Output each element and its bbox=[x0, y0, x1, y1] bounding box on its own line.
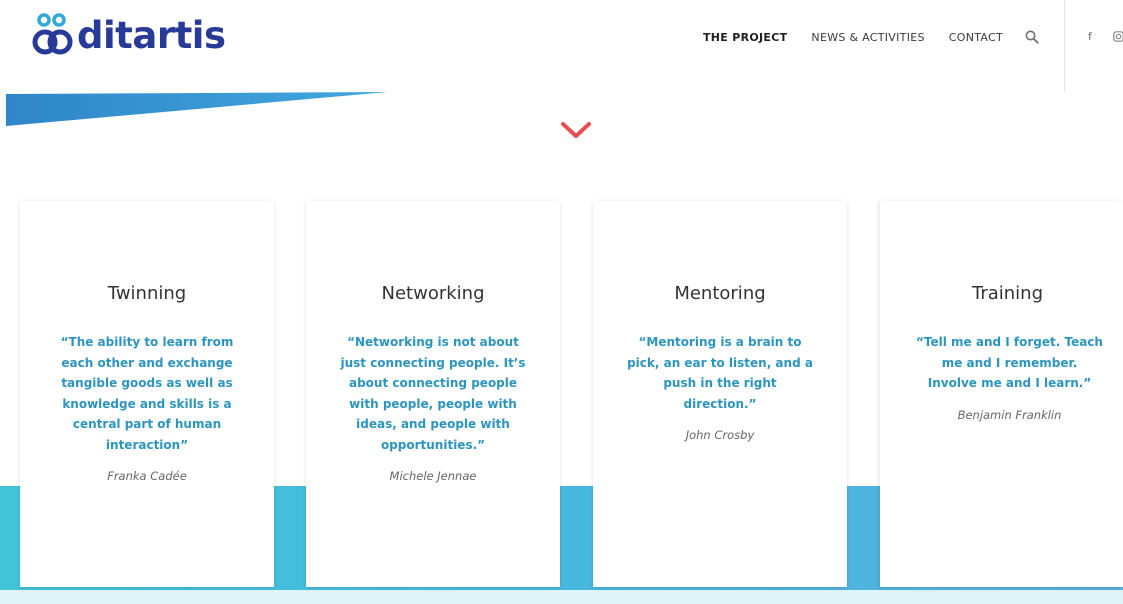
nav-item-contact[interactable]: CONTACT bbox=[949, 31, 1003, 44]
card-twinning: Twinning “The ability to learn from each… bbox=[20, 201, 274, 587]
card-mentoring: Mentoring “Mentoring is a brain to pick,… bbox=[593, 201, 847, 587]
card-quote: “Networking is not about just connecting… bbox=[339, 332, 527, 487]
brand-name: ditartis bbox=[77, 13, 226, 57]
quote-text: “Networking is not about just connecting… bbox=[340, 335, 526, 452]
banner-wedge bbox=[6, 92, 388, 126]
card-networking: Networking “Networking is not about just… bbox=[306, 201, 560, 587]
card-quote: “Mentoring is a brain to pick, an ear to… bbox=[626, 332, 814, 446]
quote-text: “Mentoring is a brain to pick, an ear to… bbox=[627, 335, 813, 411]
card-quote: “Tell me and I forget. Teach me and I re… bbox=[916, 332, 1103, 425]
logo-mark-icon bbox=[32, 13, 73, 55]
brand-logo[interactable]: ditartis bbox=[32, 10, 226, 60]
card-title: Training bbox=[971, 283, 1044, 304]
nav-item-news-activities[interactable]: NEWS & ACTIVITIES bbox=[811, 31, 924, 44]
search-icon[interactable] bbox=[1025, 30, 1039, 44]
quote-text: “The ability to learn from each other an… bbox=[60, 335, 234, 452]
card-title: Twinning bbox=[107, 283, 187, 304]
main-nav: THE PROJECT NEWS & ACTIVITIES CONTACT bbox=[703, 30, 1039, 44]
quote-text: “Tell me and I forget. Teach me and I re… bbox=[916, 335, 1103, 390]
card-title: Networking bbox=[381, 283, 485, 304]
card-title: Mentoring bbox=[674, 283, 766, 304]
nav-item-the-project[interactable]: THE PROJECT bbox=[703, 31, 787, 44]
card-quote: “The ability to learn from each other an… bbox=[53, 332, 241, 487]
quote-author: Michele Jennae bbox=[389, 469, 477, 483]
chevron-down-icon[interactable] bbox=[560, 120, 592, 142]
quote-author: Franka Cadée bbox=[107, 469, 187, 483]
quote-author: John Crosby bbox=[685, 428, 755, 442]
facebook-icon[interactable]: f bbox=[1088, 30, 1092, 43]
bottom-strip bbox=[0, 590, 1123, 604]
header-divider bbox=[1064, 0, 1065, 92]
quote-author: Benjamin Franklin bbox=[957, 407, 1062, 422]
card-training: Training “Tell me and I forget. Teach me… bbox=[880, 201, 1123, 587]
instagram-icon[interactable] bbox=[1113, 31, 1123, 42]
